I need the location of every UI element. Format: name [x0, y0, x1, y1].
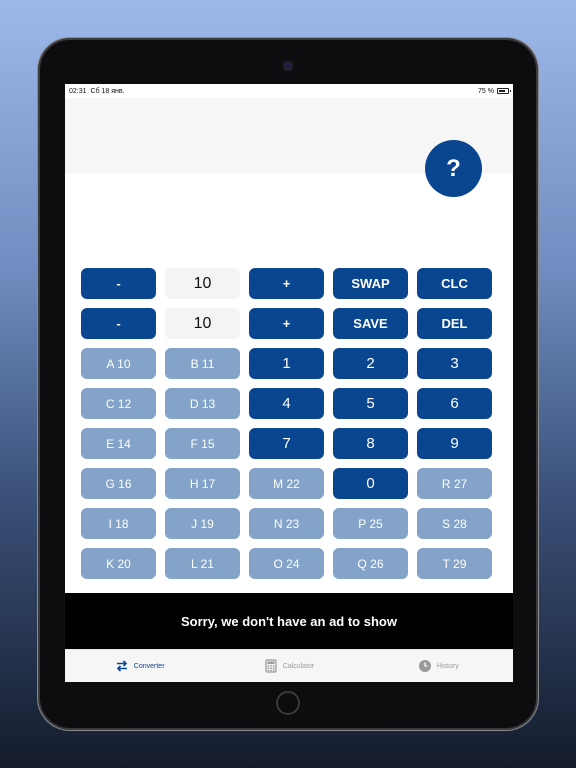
key-button[interactable]: 0 [333, 468, 408, 499]
tab-history[interactable]: History [364, 650, 513, 682]
keypad-row: E 14 F 15 7 8 9 [81, 428, 494, 459]
battery-percent: 75 % [478, 87, 494, 95]
app-screen: 02:31 Сб 18 янв. 75 % ? -10 + SWAP CLC -10 + S… [65, 84, 513, 682]
key-button[interactable]: SAVE [333, 308, 408, 339]
key-button[interactable]: + [249, 308, 324, 339]
key-button[interactable]: E 14 [81, 428, 156, 459]
swap-arrows-icon [116, 660, 127, 672]
value-display: 10 [165, 308, 240, 339]
key-button[interactable]: N 23 [249, 508, 324, 539]
key-button[interactable]: DEL [417, 308, 492, 339]
tab-calculator-label: Calculator [282, 662, 315, 670]
status-time: 02:31 [69, 87, 87, 95]
clock-icon [418, 660, 431, 672]
key-button[interactable]: 6 [417, 388, 492, 419]
keypad-row: A 10 B 11 1 2 3 [81, 348, 494, 379]
keypad-row: G 16 H 17 M 22 0 R 27 [81, 468, 494, 499]
keypad: -10 + SWAP CLC -10 + SAVE DEL A 10 B 11 1 2 3 C 12 D 1… [81, 268, 494, 588]
battery-icon [497, 88, 511, 94]
key-button[interactable]: G 16 [81, 468, 156, 499]
key-button[interactable]: 8 [333, 428, 408, 459]
tab-converter-label: Converter [133, 662, 165, 670]
key-button[interactable]: 1 [249, 348, 324, 379]
key-button[interactable]: R 27 [417, 468, 492, 499]
key-button[interactable]: - [81, 268, 156, 299]
key-button[interactable]: I 18 [81, 508, 156, 539]
tab-bar: Converter Calculator History [65, 649, 513, 682]
calculator-icon [265, 659, 277, 673]
home-button[interactable] [276, 691, 300, 715]
tab-calculator[interactable]: Calculator [214, 650, 363, 682]
tab-converter[interactable]: Converter [65, 650, 214, 682]
key-button[interactable]: C 12 [81, 388, 156, 419]
key-button[interactable]: P 25 [333, 508, 408, 539]
key-button[interactable]: 7 [249, 428, 324, 459]
value-display: 10 [165, 268, 240, 299]
tablet-frame: 02:31 Сб 18 янв. 75 % ? -10 + SWAP CLC -10 + S… [40, 40, 536, 728]
key-button[interactable]: 4 [249, 388, 324, 419]
key-button[interactable]: SWAP [333, 268, 408, 299]
key-button[interactable]: T 29 [417, 548, 492, 579]
key-button[interactable]: D 13 [165, 388, 240, 419]
key-button[interactable]: K 20 [81, 548, 156, 579]
key-button[interactable]: A 10 [81, 348, 156, 379]
key-button[interactable]: 3 [417, 348, 492, 379]
keypad-row: -10 + SAVE DEL [81, 308, 494, 339]
status-bar: 02:31 Сб 18 янв. 75 % [65, 84, 513, 98]
key-button[interactable]: M 22 [249, 468, 324, 499]
tab-history-label: History [436, 662, 459, 670]
keypad-row: K 20 L 21 O 24 Q 26 T 29 [81, 548, 494, 579]
key-button[interactable]: J 19 [165, 508, 240, 539]
key-button[interactable]: + [249, 268, 324, 299]
status-date: Сб 18 янв. [90, 87, 125, 95]
key-button[interactable]: O 24 [249, 548, 324, 579]
keypad-row: C 12 D 13 4 5 6 [81, 388, 494, 419]
camera [284, 62, 292, 70]
key-button[interactable]: S 28 [417, 508, 492, 539]
key-button[interactable]: H 17 [165, 468, 240, 499]
help-button[interactable]: ? [425, 140, 482, 197]
keypad-row: -10 + SWAP CLC [81, 268, 494, 299]
key-button[interactable]: 2 [333, 348, 408, 379]
key-button[interactable]: L 21 [165, 548, 240, 579]
ad-banner: Sorry, we don't have an ad to show [65, 593, 513, 649]
key-button[interactable]: Q 26 [333, 548, 408, 579]
key-button[interactable]: 9 [417, 428, 492, 459]
key-button[interactable]: CLC [417, 268, 492, 299]
key-button[interactable]: 5 [333, 388, 408, 419]
key-button[interactable]: - [81, 308, 156, 339]
ad-text: Sorry, we don't have an ad to show [181, 613, 397, 629]
key-button[interactable]: F 15 [165, 428, 240, 459]
key-button[interactable]: B 11 [165, 348, 240, 379]
keypad-row: I 18 J 19 N 23 P 25 S 28 [81, 508, 494, 539]
